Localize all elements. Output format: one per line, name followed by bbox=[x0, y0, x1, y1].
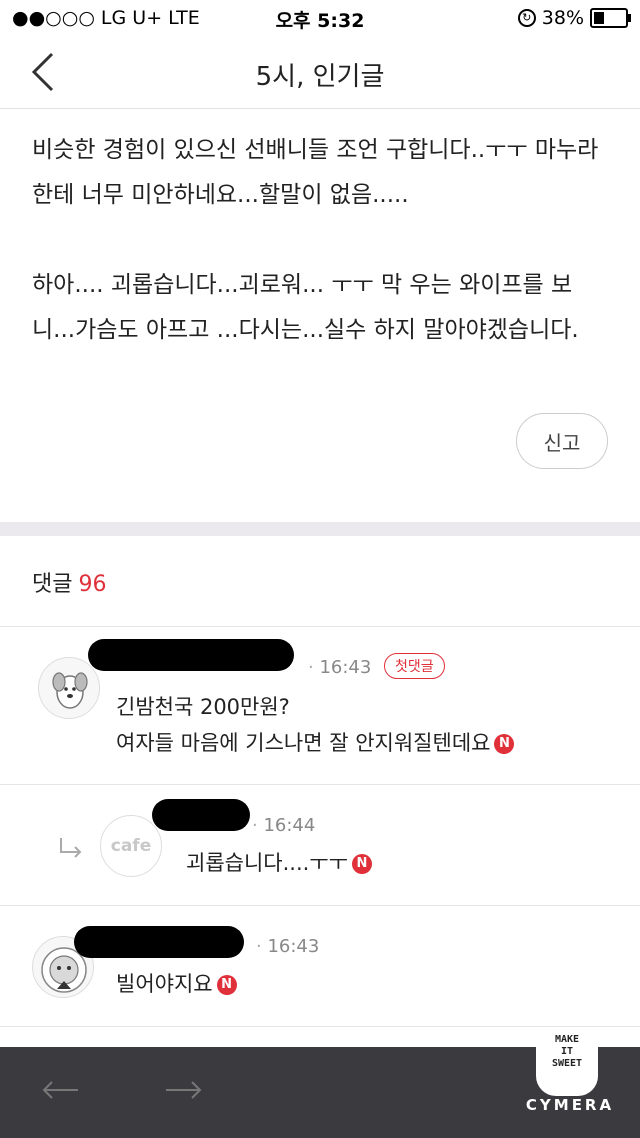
comment-item: 16:43 첫댓글 긴밤천국 200만원? 여자들 마음에 기스나면 잘 안지워… bbox=[0, 627, 640, 783]
comment-line-1: 괴롭습니다....ㅜㅜ bbox=[186, 851, 348, 875]
status-right: ↻ 38% bbox=[517, 7, 631, 29]
cymera-watermark: MAKE IT SWEET CYMERA bbox=[522, 1000, 618, 1130]
rotation-lock-icon: ↻ bbox=[517, 9, 536, 27]
first-comment-badge: 첫댓글 bbox=[384, 653, 445, 679]
post-paragraph-1: 비슷한 경험이 있으신 선배니들 조언 구합니다..ㅜㅜ 마누라 한테 너무 미… bbox=[32, 137, 599, 208]
comment-text: 긴밤천국 200만원? 여자들 마음에 기스나면 잘 안지워질텐데요 N bbox=[116, 689, 515, 761]
report-button[interactable]: 신고 bbox=[516, 413, 608, 469]
dog-avatar-icon bbox=[52, 672, 88, 709]
battery-icon bbox=[590, 8, 631, 28]
cafe-avatar[interactable]: cafe bbox=[100, 815, 162, 877]
battery-fill bbox=[594, 12, 604, 24]
comment-line-2-text: 여자들 마음에 기스나면 잘 안지워질텐데요 bbox=[116, 731, 491, 755]
comment-line-1: 긴밤천국 200만원? bbox=[116, 695, 290, 719]
battery-percent: 38% bbox=[541, 7, 584, 29]
arrow-right-icon[interactable] bbox=[164, 1075, 204, 1105]
new-badge-icon: N bbox=[351, 854, 372, 874]
comment-text: 괴롭습니다....ㅜㅜ N bbox=[186, 845, 372, 881]
new-badge-icon: N bbox=[216, 975, 237, 995]
page-title: 5시, 인기글 bbox=[255, 62, 385, 92]
author-name-redacted[interactable] bbox=[88, 639, 294, 671]
nav-bar: 5시, 인기글 bbox=[0, 36, 640, 109]
comment-text: 빌어야지요 N bbox=[116, 966, 237, 1002]
arrow-left-icon[interactable] bbox=[40, 1075, 80, 1105]
status-bar: ●●○○○ LG U+ LTE 오후 5:32 ↻ 38% bbox=[0, 0, 640, 36]
comment-item-reply: cafe 16:44 괴롭습니다....ㅜㅜN bbox=[0, 785, 640, 905]
watermark-brand: CYMERA bbox=[525, 1096, 615, 1114]
comments-label: 댓글 bbox=[32, 572, 73, 597]
post-paragraph-2: 하아.... 괴롭습니다...괴로워... ㅜㅜ 막 우는 와이프를 보니...… bbox=[32, 272, 579, 343]
comment-line-2: 여자들 마음에 기스나면 잘 안지워질텐데요 N bbox=[116, 725, 515, 761]
comment-time: 16:44 bbox=[252, 815, 315, 836]
comment-line-1: 빌어야지요 bbox=[116, 972, 213, 996]
post-blank-line bbox=[32, 218, 612, 263]
comments-count: 96 bbox=[78, 572, 107, 597]
author-name-redacted[interactable] bbox=[74, 926, 244, 958]
comments-header: 댓글 96 bbox=[32, 566, 106, 598]
comment-time: 16:43 bbox=[256, 936, 319, 957]
comment-time: 16:43 bbox=[308, 657, 371, 678]
avatar[interactable] bbox=[38, 657, 100, 719]
watermark-cup-text: MAKE IT SWEET bbox=[551, 1034, 583, 1069]
new-badge-icon: N bbox=[494, 734, 515, 754]
post-content: 비슷한 경험이 있으신 선배니들 조언 구합니다..ㅜㅜ 마누라 한테 너무 미… bbox=[32, 128, 612, 353]
section-divider bbox=[0, 522, 640, 536]
author-name-redacted[interactable] bbox=[152, 799, 250, 831]
